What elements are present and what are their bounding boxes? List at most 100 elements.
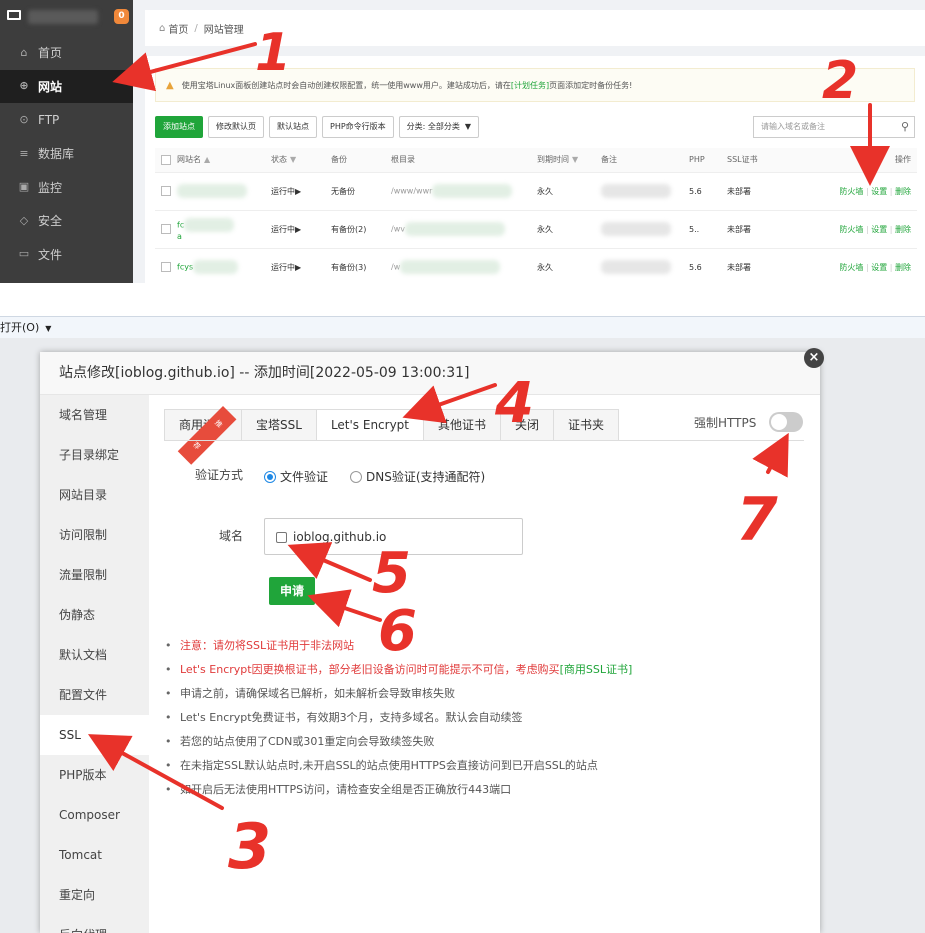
sidebar-item-label: 数据库 <box>38 147 75 162</box>
tip-item: 如开启后无法使用HTTPS访问，请检查安全组是否正确放行443端口 <box>165 778 632 802</box>
expire-cell[interactable]: 永久 <box>537 210 601 249</box>
tab-close[interactable]: 关闭 <box>500 409 554 441</box>
backup-cell[interactable]: 无备份 <box>331 172 391 211</box>
firewall-link[interactable]: 防火墙 <box>839 263 863 272</box>
tab-bt-ssl[interactable]: 宝塔SSL <box>241 409 316 441</box>
notification-badge[interactable]: 0 <box>114 9 129 24</box>
column-header-name[interactable]: 网站名 ▲ <box>177 148 271 173</box>
tab-other-cert[interactable]: 其他证书 <box>423 409 501 441</box>
verify-dns-radio[interactable]: DNS验证(支持通配符) <box>350 468 485 485</box>
menu-strip: 打开(O) ▼ <box>0 316 925 338</box>
ssl-status-cell[interactable]: 未部署 <box>727 210 813 249</box>
delete-link[interactable]: 删除 <box>895 225 911 234</box>
settings-link[interactable]: 设置 <box>871 225 887 234</box>
sidebar-item-security[interactable]: ◇ 安全 <box>0 204 133 238</box>
menu-item-config[interactable]: 配置文件 <box>40 675 149 715</box>
default-site-button[interactable]: 默认站点 <box>269 116 317 138</box>
php-version-cell[interactable]: 5.. <box>689 210 727 249</box>
apply-button[interactable]: 申请 <box>269 577 315 605</box>
firewall-link[interactable]: 防火墙 <box>839 225 863 234</box>
domain-checkbox[interactable] <box>276 532 287 543</box>
status-running[interactable]: 运行中▶ <box>271 248 331 283</box>
tab-commercial-cert[interactable]: 商用证书推荐 <box>164 406 242 465</box>
table-row: fc a 运行中▶ 有备份(2) /wv 永久 5.. 未部署 防火墙 | 设置 … <box>155 210 917 249</box>
expire-cell[interactable]: 永久 <box>537 248 601 283</box>
remark-cell[interactable] <box>601 210 689 249</box>
scheduled-task-link[interactable]: [计划任务] <box>511 80 549 91</box>
verify-file-radio[interactable]: 文件验证 <box>264 468 328 485</box>
delete-link[interactable]: 删除 <box>895 187 911 196</box>
backup-cell[interactable]: 有备份(2) <box>331 210 391 249</box>
remark-cell[interactable] <box>601 172 689 211</box>
settings-link[interactable]: 设置 <box>871 187 887 196</box>
status-running[interactable]: 运行中▶ <box>271 210 331 249</box>
menu-item-subdir[interactable]: 子目录绑定 <box>40 435 149 475</box>
menu-item-reverse-proxy[interactable]: 反向代理 <box>40 915 149 933</box>
menu-item-composer[interactable]: Composer <box>40 795 149 835</box>
menu-item-php-version[interactable]: PHP版本 <box>40 755 149 795</box>
breadcrumb-home[interactable]: 首页 <box>168 21 188 36</box>
tips-list: 注意：请勿将SSL证书用于非法网站 Let's Encrypt因更换根证书，部分… <box>165 634 632 802</box>
tab-lets-encrypt[interactable]: Let's Encrypt <box>315 409 424 441</box>
sidebar-item-database[interactable]: ≡ 数据库 <box>0 137 133 171</box>
menu-item-redirect[interactable]: 重定向 <box>40 875 149 915</box>
sidebar-item-monitor[interactable]: ▣ 监控 <box>0 170 133 204</box>
row-checkbox[interactable] <box>155 210 177 249</box>
search-icon[interactable]: ⚲ <box>901 117 909 137</box>
modify-default-page-button[interactable]: 修改默认页 <box>208 116 264 138</box>
column-header-status[interactable]: 状态 ▼ <box>271 148 331 173</box>
select-all-checkbox[interactable] <box>155 148 177 173</box>
root-dir-cell[interactable]: /wv <box>391 210 537 249</box>
warning-banner: ▲ 使用宝塔Linux面板创建站点时会自动创建权限配置，统一使用www用户。建站… <box>155 68 915 102</box>
root-dir-cell[interactable]: /www/wwr <box>391 172 537 211</box>
ssl-status-cell[interactable]: 未部署 <box>727 248 813 283</box>
sidebar-item-files[interactable]: ▭ 文件 <box>0 238 133 272</box>
caret-down-icon: ▼ <box>464 122 472 131</box>
php-version-cell[interactable]: 5.6 <box>689 248 727 283</box>
site-list-box: ▲ 使用宝塔Linux面板创建站点时会自动创建权限配置，统一使用www用户。建站… <box>145 56 925 283</box>
site-name-cell[interactable]: fc a <box>177 210 271 249</box>
menu-item-ssl[interactable]: SSL <box>40 715 149 755</box>
domain-list-box: ioblog.github.io <box>264 518 523 555</box>
sidebar-item-home[interactable]: ⌂ 首页 <box>0 36 133 70</box>
sidebar-item-ftp[interactable]: ⊙ FTP <box>0 103 133 137</box>
menu-item-traffic-limit[interactable]: 流量限制 <box>40 555 149 595</box>
verify-method-label: 验证方式 <box>195 468 244 482</box>
menu-item-access-limit[interactable]: 访问限制 <box>40 515 149 555</box>
menu-item-tomcat[interactable]: Tomcat <box>40 835 149 875</box>
menu-item-domain[interactable]: 域名管理 <box>40 395 149 435</box>
menu-item-site-dir[interactable]: 网站目录 <box>40 475 149 515</box>
settings-link[interactable]: 设置 <box>871 263 887 272</box>
row-checkbox[interactable] <box>155 172 177 211</box>
row-checkbox[interactable] <box>155 248 177 283</box>
site-table: 网站名 ▲ 状态 ▼ 备份 根目录 到期时间 ▼ 备注 PHP SSL证书 操作 运行… <box>155 148 917 283</box>
site-name-cell[interactable]: fcys <box>177 248 271 283</box>
remark-cell[interactable] <box>601 248 689 283</box>
status-running[interactable]: 运行中▶ <box>271 172 331 211</box>
expire-cell[interactable]: 永久 <box>537 172 601 211</box>
ssl-status-cell[interactable]: 未部署 <box>727 172 813 211</box>
delete-link[interactable]: 删除 <box>895 263 911 272</box>
tip-item: 申请之前，请确保域名已解析，如未解析会导致审核失败 <box>165 682 632 706</box>
firewall-link[interactable]: 防火墙 <box>839 187 863 196</box>
php-version-cell[interactable]: 5.6 <box>689 172 727 211</box>
force-https-label: 强制HTTPS <box>694 416 757 430</box>
root-dir-cell[interactable]: /w <box>391 248 537 283</box>
tab-cert-folder[interactable]: 证书夹 <box>553 409 620 441</box>
add-site-button[interactable]: 添加站点 <box>155 116 203 138</box>
force-https-toggle[interactable] <box>769 412 803 432</box>
category-select[interactable]: 分类: 全部分类 ▼ <box>398 116 480 138</box>
close-icon[interactable]: × <box>804 348 824 368</box>
open-menu[interactable]: 打开(O) <box>0 321 39 334</box>
sidebar-item-website[interactable]: ⊕ 网站 <box>0 69 133 104</box>
row-ops: 防火墙 | 设置 | 删除 <box>813 248 917 283</box>
toggle-knob <box>771 414 787 430</box>
site-name-cell[interactable] <box>177 172 271 211</box>
menu-item-rewrite[interactable]: 伪静态 <box>40 595 149 635</box>
backup-cell[interactable]: 有备份(3) <box>331 248 391 283</box>
commercial-ssl-link[interactable]: [商用SSL证书] <box>560 663 633 676</box>
column-header-expire[interactable]: 到期时间 ▼ <box>537 148 601 173</box>
menu-item-default-doc[interactable]: 默认文档 <box>40 635 149 675</box>
search-input[interactable]: 请输入域名或备注 ⚲ <box>753 116 915 138</box>
php-cli-version-button[interactable]: PHP命令行版本 <box>322 116 394 138</box>
